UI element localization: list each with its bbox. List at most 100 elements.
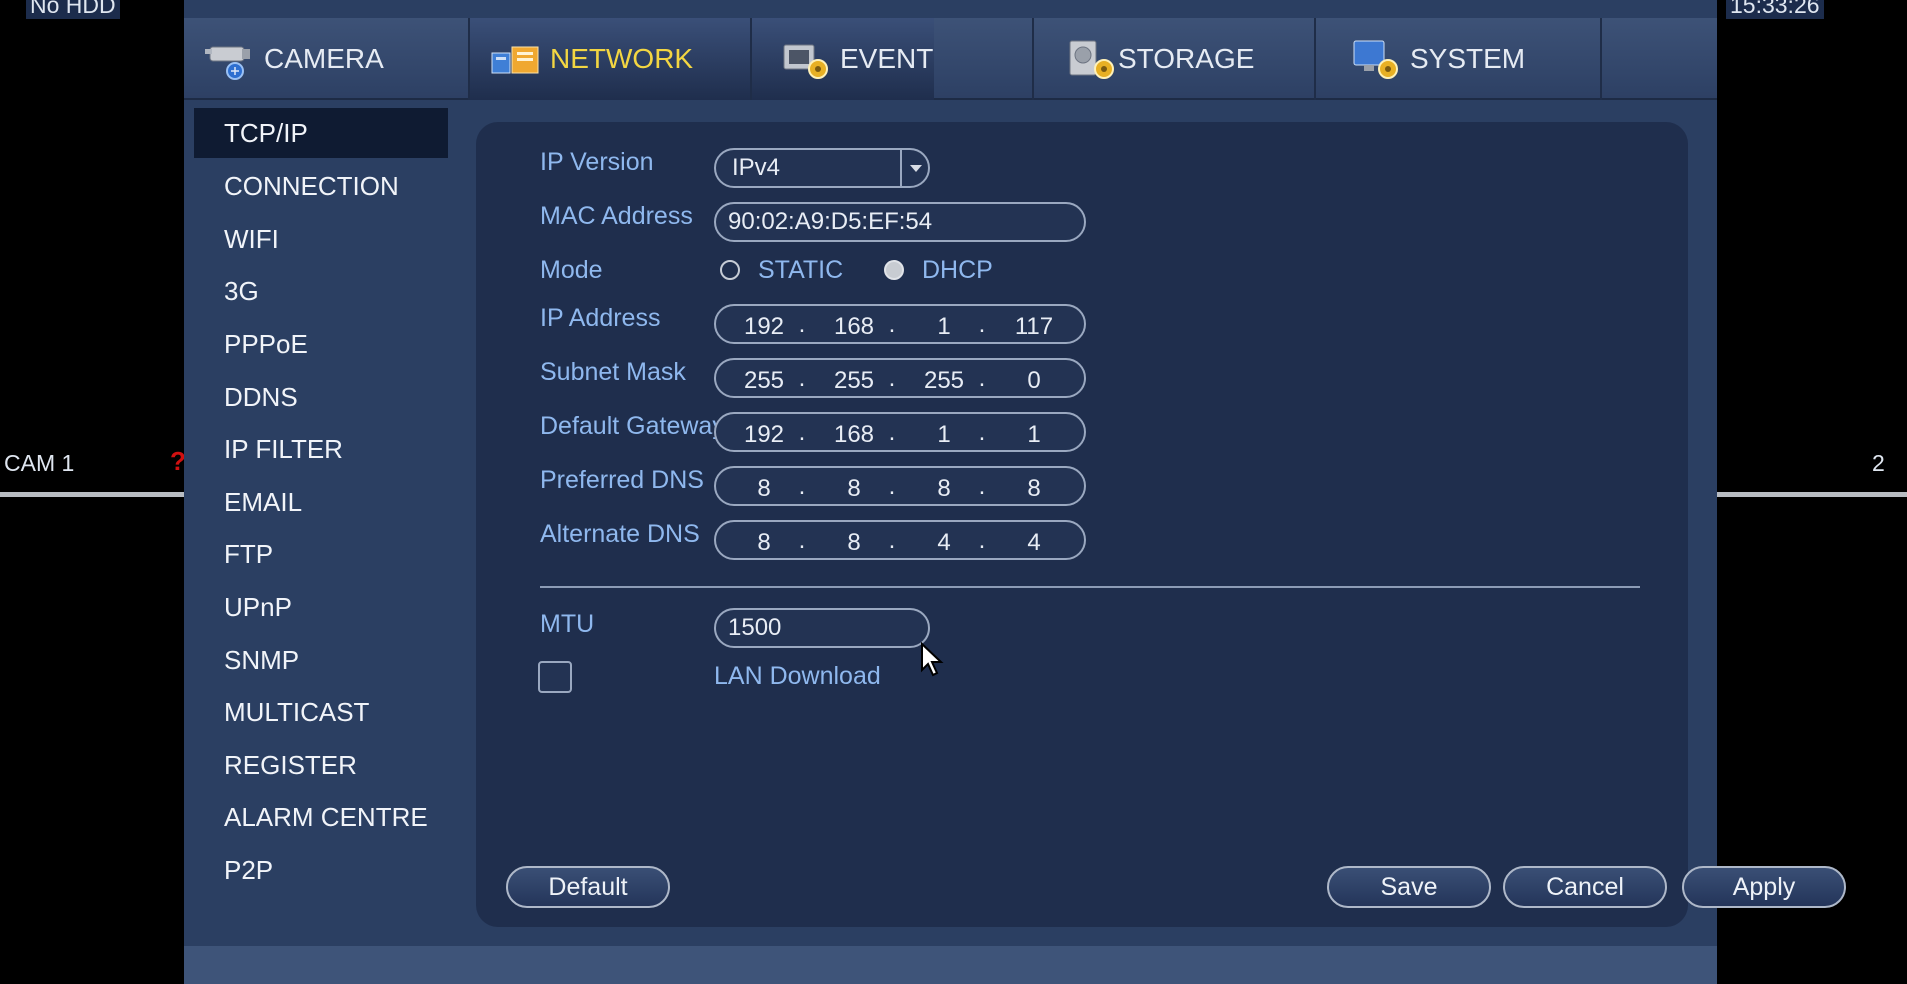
tab-event[interactable]: EVENT xyxy=(780,18,1042,100)
ip-octet[interactable]: 255 xyxy=(824,367,884,395)
tab-camera-label: CAMERA xyxy=(264,43,384,74)
subnet-mask-field[interactable]: 255 . 255 . 255 . 0 xyxy=(714,358,1086,398)
mtu-label: MTU xyxy=(540,610,595,638)
default-button[interactable]: Default xyxy=(506,866,670,908)
tab-network-label: NETWORK xyxy=(550,43,694,74)
ip-octet[interactable]: 192 xyxy=(734,421,794,449)
event-icon xyxy=(780,37,832,81)
ip-octet[interactable]: 1 xyxy=(1004,421,1064,449)
sidebar-item-wifi[interactable]: WIFI xyxy=(194,214,448,264)
mode-static-radio[interactable] xyxy=(720,260,740,280)
sidebar-item-multicast[interactable]: MULTICAST xyxy=(194,687,448,737)
tab-system[interactable]: SYSTEM xyxy=(1350,18,1612,100)
alternate-dns-field[interactable]: 8 . 8 . 4 . 4 xyxy=(714,520,1086,560)
octet-separator: . xyxy=(798,311,806,338)
ip-version-label: IP Version xyxy=(540,148,654,176)
ip-version-value: IPv4 xyxy=(732,154,781,181)
sidebar-item-alarm-centre[interactable]: ALARM CENTRE xyxy=(194,792,448,842)
camera-icon xyxy=(204,37,256,81)
octet-separator: . xyxy=(888,365,896,392)
camera-grid-divider xyxy=(1717,492,1907,497)
tab-storage-label: STORAGE xyxy=(1118,43,1255,74)
octet-separator: . xyxy=(888,419,896,446)
cancel-button[interactable]: Cancel xyxy=(1503,866,1667,908)
tab-separator xyxy=(1600,18,1602,100)
sidebar-item-ddns[interactable]: DDNS xyxy=(194,372,448,422)
section-divider xyxy=(540,586,1640,588)
ip-octet[interactable]: 168 xyxy=(824,313,884,341)
system-icon xyxy=(1350,37,1402,81)
main-tab-bar: CAMERA NETWORK EVENT STORAGE SYSTEM xyxy=(184,18,1717,100)
octet-separator: . xyxy=(978,419,986,446)
mtu-value: 1500 xyxy=(728,614,782,641)
alternate-dns-label: Alternate DNS xyxy=(540,520,700,548)
cam1-label: CAM 1 xyxy=(4,450,75,476)
ip-octet[interactable]: 8 xyxy=(824,529,884,557)
ip-octet[interactable]: 8 xyxy=(734,529,794,557)
network-side-menu: TCP/IP CONNECTION WIFI 3G PPPoE DDNS IP … xyxy=(184,100,474,946)
octet-separator: . xyxy=(798,365,806,392)
tab-event-label: EVENT xyxy=(840,43,934,74)
octet-separator: . xyxy=(798,527,806,554)
ip-octet[interactable]: 168 xyxy=(824,421,884,449)
tab-camera[interactable]: CAMERA xyxy=(204,18,466,100)
dialog-bottom-bar xyxy=(184,946,1717,984)
octet-separator: . xyxy=(978,473,986,500)
default-gateway-field[interactable]: 192 . 168 . 1 . 1 xyxy=(714,412,1086,452)
sidebar-item-snmp[interactable]: SNMP xyxy=(194,635,448,685)
ip-octet[interactable]: 8 xyxy=(824,475,884,503)
mtu-field[interactable]: 1500 xyxy=(714,608,930,648)
storage-icon xyxy=(1066,37,1118,81)
sidebar-item-connection[interactable]: CONNECTION xyxy=(194,161,448,211)
sidebar-item-ftp[interactable]: FTP xyxy=(194,529,448,579)
ip-octet[interactable]: 8 xyxy=(734,475,794,503)
mac-address-value: 90:02:A9:D5:EF:54 xyxy=(728,208,933,235)
octet-separator: . xyxy=(888,311,896,338)
chevron-down-icon xyxy=(910,165,922,172)
ip-octet[interactable]: 4 xyxy=(1004,529,1064,557)
camera-grid-divider xyxy=(0,492,184,497)
ip-version-select[interactable]: IPv4 xyxy=(714,148,930,188)
hdd-status-label: No HDD xyxy=(26,0,120,19)
tab-system-label: SYSTEM xyxy=(1410,43,1526,74)
octet-separator: . xyxy=(888,473,896,500)
sidebar-item-email[interactable]: EMAIL xyxy=(194,477,448,527)
sidebar-item-upnp[interactable]: UPnP xyxy=(194,582,448,632)
ip-octet[interactable]: 255 xyxy=(734,367,794,395)
sidebar-item-pppoe[interactable]: PPPoE xyxy=(194,319,448,369)
tab-separator xyxy=(1032,18,1034,100)
octet-separator: . xyxy=(798,419,806,446)
clock-label: 15:33:26 xyxy=(1726,0,1824,19)
mouse-cursor-icon xyxy=(920,641,946,678)
octet-separator: . xyxy=(978,527,986,554)
ip-address-label: IP Address xyxy=(540,304,661,332)
default-gateway-label: Default Gateway xyxy=(540,412,725,440)
ip-octet[interactable]: 1 xyxy=(914,421,974,449)
ip-octet[interactable]: 4 xyxy=(914,529,974,557)
apply-button[interactable]: Apply xyxy=(1682,866,1846,908)
ip-octet[interactable]: 8 xyxy=(914,475,974,503)
mac-address-label: MAC Address xyxy=(540,202,693,230)
octet-separator: . xyxy=(888,527,896,554)
tab-storage[interactable]: STORAGE xyxy=(1066,18,1328,100)
sidebar-item-ip-filter[interactable]: IP FILTER xyxy=(194,424,448,474)
ip-octet[interactable]: 255 xyxy=(914,367,974,395)
sidebar-item-3g[interactable]: 3G xyxy=(194,266,448,316)
octet-separator: . xyxy=(798,473,806,500)
ip-octet[interactable]: 1 xyxy=(914,313,974,341)
lan-download-checkbox[interactable] xyxy=(538,661,572,693)
ip-octet[interactable]: 192 xyxy=(734,313,794,341)
mac-address-field: 90:02:A9:D5:EF:54 xyxy=(714,202,1086,242)
ip-octet[interactable]: 8 xyxy=(1004,475,1064,503)
save-button[interactable]: Save xyxy=(1327,866,1491,908)
dropdown-separator xyxy=(900,150,902,186)
sidebar-item-tcpip[interactable]: TCP/IP xyxy=(194,108,448,158)
ip-octet[interactable]: 117 xyxy=(1004,313,1064,341)
preferred-dns-field[interactable]: 8 . 8 . 8 . 8 xyxy=(714,466,1086,506)
sidebar-item-register[interactable]: REGISTER xyxy=(194,740,448,790)
tcpip-settings-panel: IP Version IPv4 MAC Address 90:02:A9:D5:… xyxy=(476,122,1846,927)
ip-octet[interactable]: 0 xyxy=(1004,367,1064,395)
ip-address-field[interactable]: 192 . 168 . 1 . 117 xyxy=(714,304,1086,344)
sidebar-item-p2p[interactable]: P2P xyxy=(194,845,448,895)
mode-dhcp-radio[interactable] xyxy=(884,260,904,280)
